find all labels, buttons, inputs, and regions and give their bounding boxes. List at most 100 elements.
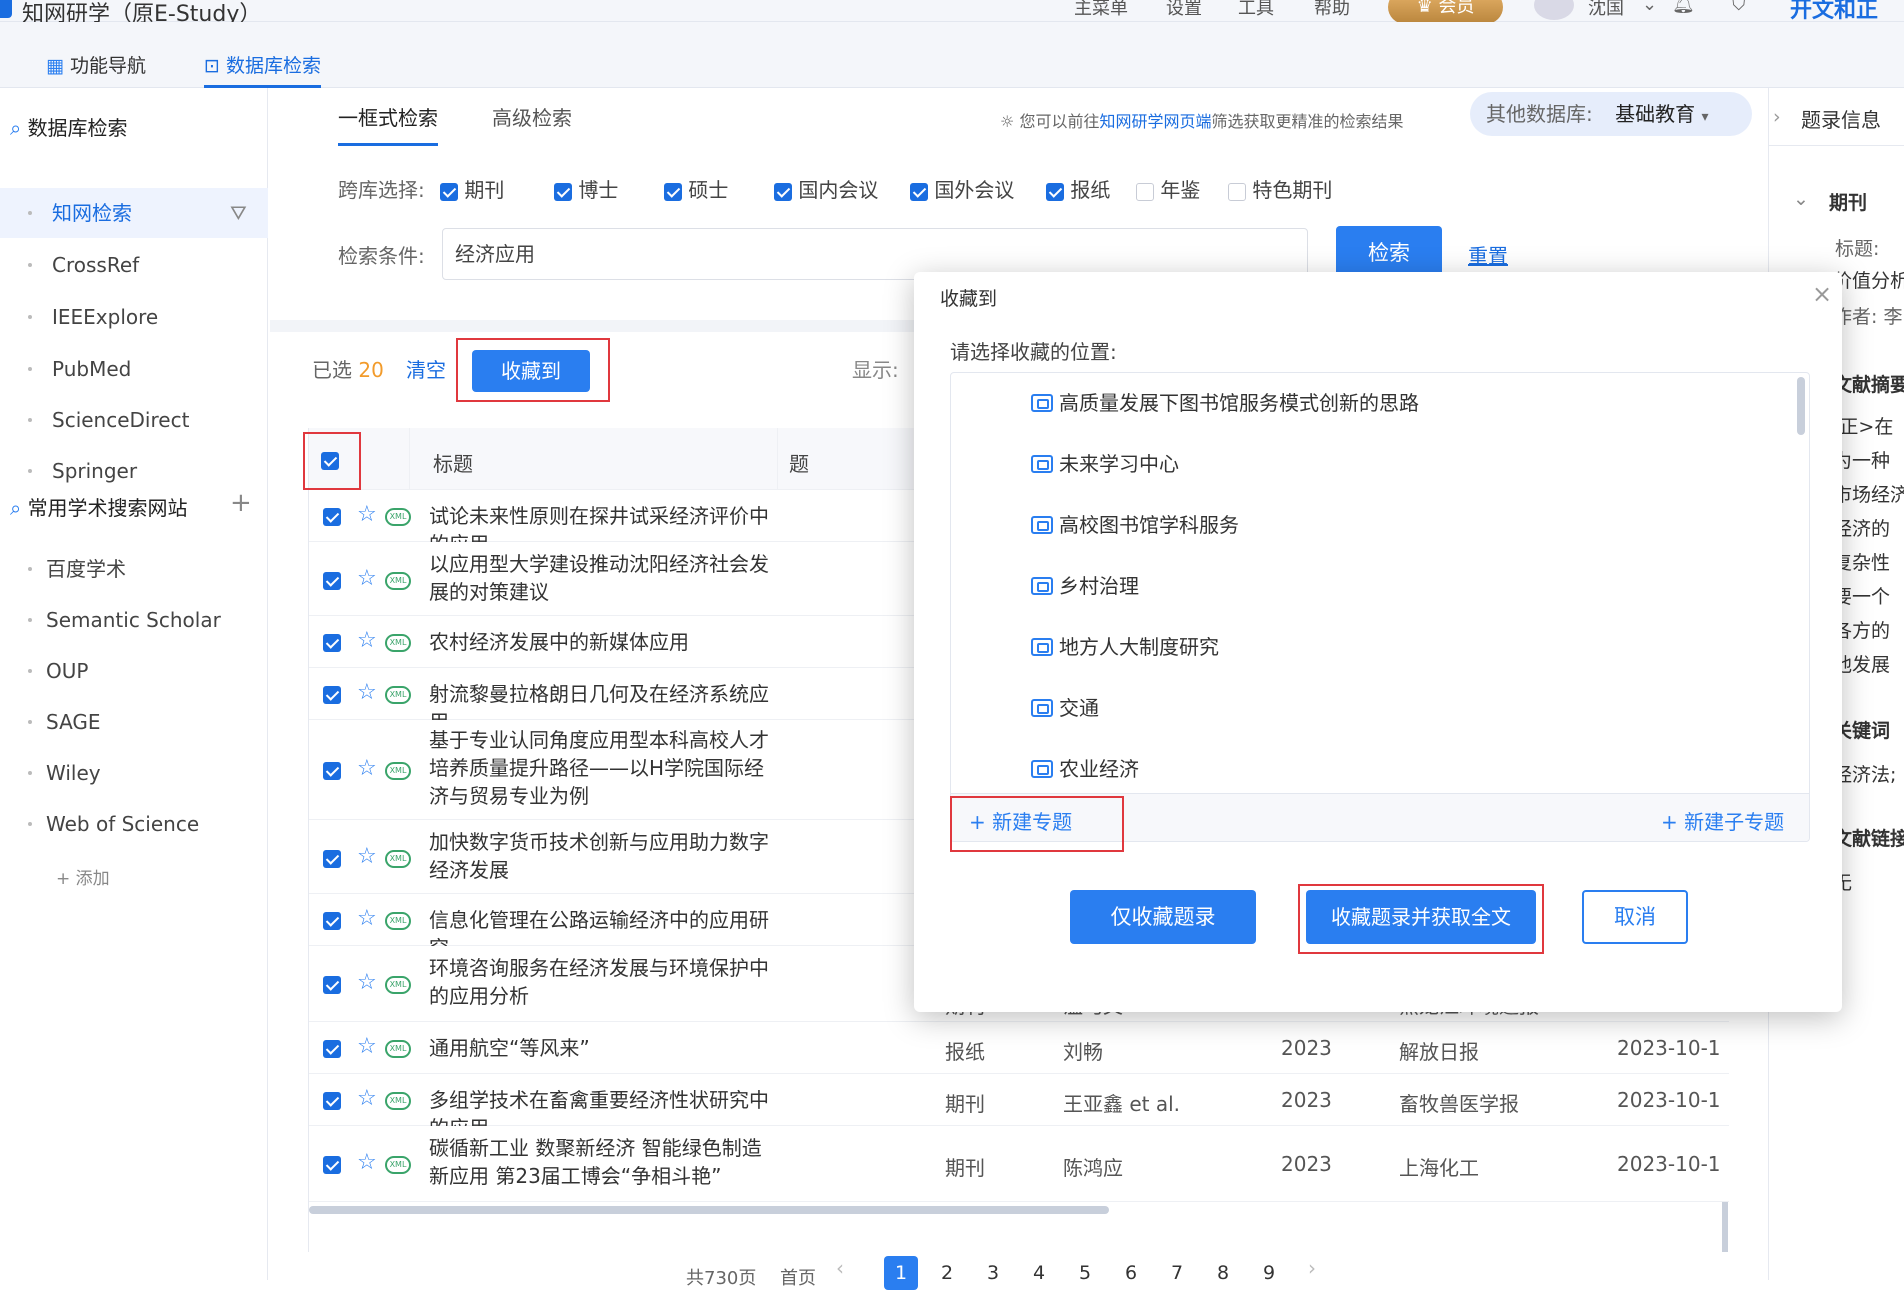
source-yearbook[interactable]: 年鉴 [1136, 174, 1200, 203]
row-checkbox[interactable] [323, 685, 341, 704]
checkbox-checked[interactable] [440, 182, 458, 201]
row-title[interactable]: 碳循新工业 数聚新经济 智能绿色制造新应用 第23届工博会“争相斗艳” [429, 1134, 779, 1190]
chevron-down-icon[interactable]: ⌄ [1793, 188, 1809, 210]
sidebar-item-crossref[interactable]: CrossRef [0, 240, 268, 290]
select-all-checkbox[interactable] [321, 451, 339, 470]
web-link[interactable]: 知网研学网页端 [1099, 112, 1211, 131]
source-master[interactable]: 硕士 [664, 174, 728, 203]
row-title[interactable]: 通用航空“等风来” [429, 1034, 779, 1062]
sidebar-item-web-of-science[interactable]: Web of Science [0, 799, 268, 849]
reset-link[interactable]: 重置 [1468, 240, 1508, 269]
sidebar-item-pubmed[interactable]: PubMed [0, 344, 268, 394]
bell-icon[interactable]: 🔔︎ [1672, 0, 1695, 15]
sidebar-item-wiley[interactable]: Wiley [0, 748, 268, 798]
star-icon[interactable]: ☆ [357, 502, 377, 527]
cancel-button[interactable]: 取消 [1582, 890, 1688, 944]
vip-button[interactable]: ♛ 会员 [1388, 0, 1503, 24]
checkbox-checked[interactable] [664, 182, 682, 201]
row-checkbox[interactable] [323, 507, 341, 526]
tools-menu[interactable]: 工具 [1238, 0, 1274, 20]
xml-cloud-icon[interactable]: XML [385, 1156, 411, 1174]
sidebar-item-semantic-scholar[interactable]: Semantic Scholar [0, 595, 268, 645]
table-row[interactable]: ☆ XML 多组学技术在畜禽重要经济性状研究中的应用 期刊 王亚鑫 et al.… [309, 1074, 1729, 1140]
sidebar-item-oup[interactable]: OUP [0, 646, 268, 696]
star-icon[interactable]: ☆ [357, 1034, 377, 1059]
source-foreign-conf[interactable]: 国外会议 [910, 174, 1014, 203]
sidebar-item-sage[interactable]: SAGE [0, 697, 268, 747]
star-icon[interactable]: ☆ [357, 970, 377, 995]
folder-scrollbar[interactable] [1797, 377, 1805, 435]
tab-simple-search[interactable]: 一框式检索 [338, 102, 438, 146]
xml-cloud-icon[interactable]: XML [385, 762, 411, 780]
page-7[interactable]: 7 [1160, 1256, 1194, 1290]
source-phd[interactable]: 博士 [554, 174, 618, 203]
add-site-icon[interactable]: + [230, 488, 252, 518]
source-journal[interactable]: 期刊 [440, 174, 504, 203]
star-icon[interactable]: ☆ [357, 1150, 377, 1175]
page-9[interactable]: 9 [1252, 1256, 1286, 1290]
folder-item[interactable]: 地方人大制度研究 [1031, 617, 1219, 677]
star-icon[interactable]: ☆ [357, 680, 377, 705]
sidebar-item-baidu-scholar[interactable]: 百度学术 [0, 544, 268, 594]
new-subtopic-link[interactable]: + 新建子专题 [1661, 806, 1784, 835]
prev-page-icon[interactable]: ‹ [836, 1256, 844, 1280]
tab-database-search[interactable]: ⊡ 数据库检索 [204, 44, 321, 88]
row-title[interactable]: 以应用型大学建设推动沈阳经济社会发展的对策建议 [429, 550, 779, 606]
row-checkbox[interactable] [323, 761, 341, 780]
xml-cloud-icon[interactable]: XML [385, 912, 411, 930]
col-title[interactable]: 标题 [433, 448, 473, 477]
collect-to-button[interactable]: 收藏到 [472, 350, 590, 392]
checkbox-unchecked[interactable] [1228, 182, 1246, 201]
xml-cloud-icon[interactable]: XML [385, 850, 411, 868]
folder-item[interactable]: 高质量发展下图书馆服务模式创新的思路 [1031, 373, 1419, 433]
chevron-down-icon[interactable]: ⌄ [1642, 0, 1657, 15]
settings-menu[interactable]: 设置 [1166, 0, 1202, 20]
xml-cloud-icon[interactable]: XML [385, 634, 411, 652]
folder-item[interactable]: 高校图书馆学科服务 [1031, 495, 1239, 555]
xml-cloud-icon[interactable]: XML [385, 508, 411, 526]
checkbox-checked[interactable] [910, 182, 928, 201]
row-checkbox[interactable] [323, 571, 341, 590]
row-title[interactable]: 加快数字货币技术创新与应用助力数字经济发展 [429, 828, 779, 884]
xml-cloud-icon[interactable]: XML [385, 1040, 411, 1058]
filter-icon[interactable]: ⛛ [230, 188, 247, 238]
table-row[interactable]: ☆ XML 通用航空“等风来” 报纸 刘畅 2023 解放日报 2023-10-… [309, 1022, 1729, 1074]
page-2[interactable]: 2 [930, 1256, 964, 1290]
source-special-journal[interactable]: 特色期刊 [1228, 174, 1332, 203]
checkbox-unchecked[interactable] [1136, 182, 1154, 201]
row-checkbox[interactable] [323, 849, 341, 868]
other-db-select[interactable]: 其他数据库: 基础教育 ▾ [1470, 92, 1752, 136]
sidebar-item-sciencedirect[interactable]: ScienceDirect [0, 395, 268, 445]
row-title[interactable]: 环境咨询服务在经济发展与环境保护中的应用分析 [429, 954, 779, 1010]
main-menu[interactable]: 主菜单 [1074, 0, 1128, 20]
folder-item[interactable]: 乡村治理 [1031, 556, 1139, 616]
star-icon[interactable]: ☆ [357, 756, 377, 781]
shield-icon[interactable]: ⛉ [1732, 0, 1746, 15]
folder-item[interactable]: 农业经济 [1031, 739, 1139, 799]
folder-item[interactable]: 未来学习中心 [1031, 434, 1179, 494]
table-row[interactable]: ☆ XML 碳循新工业 数聚新经济 智能绿色制造新应用 第23届工博会“争相斗艳… [309, 1126, 1729, 1202]
sidebar-item-springer[interactable]: Springer [0, 446, 268, 496]
expand-icon[interactable]: › [1773, 106, 1781, 128]
folder-item[interactable]: 交通 [1031, 678, 1099, 738]
sidebar-item-ieeexplore[interactable]: IEEExplore [0, 292, 268, 342]
username[interactable]: 沈国 [1588, 0, 1624, 20]
page-3[interactable]: 3 [976, 1256, 1010, 1290]
clear-link[interactable]: 清空 [406, 354, 446, 383]
first-page-link[interactable]: 首页 [780, 1264, 816, 1290]
add-site-link[interactable]: + 添加 [56, 864, 110, 889]
star-icon[interactable]: ☆ [357, 1086, 377, 1111]
xml-cloud-icon[interactable]: XML [385, 686, 411, 704]
tab-advanced-search[interactable]: 高级检索 [492, 102, 572, 131]
checkbox-checked[interactable] [774, 182, 792, 201]
star-icon[interactable]: ☆ [357, 906, 377, 931]
xml-cloud-icon[interactable]: XML [385, 1092, 411, 1110]
xml-cloud-icon[interactable]: XML [385, 572, 411, 590]
row-title[interactable]: 基于专业认同角度应用型本科高校人才培养质量提升路径——以H学院国际经济与贸易专业… [429, 726, 779, 810]
checkbox-checked[interactable] [1046, 182, 1064, 201]
row-checkbox[interactable] [323, 1155, 341, 1174]
star-icon[interactable]: ☆ [357, 628, 377, 653]
row-checkbox[interactable] [323, 911, 341, 930]
sidebar-item-cnki[interactable]: 知网检索 ⛛ [0, 188, 268, 238]
help-menu[interactable]: 帮助 [1314, 0, 1350, 20]
